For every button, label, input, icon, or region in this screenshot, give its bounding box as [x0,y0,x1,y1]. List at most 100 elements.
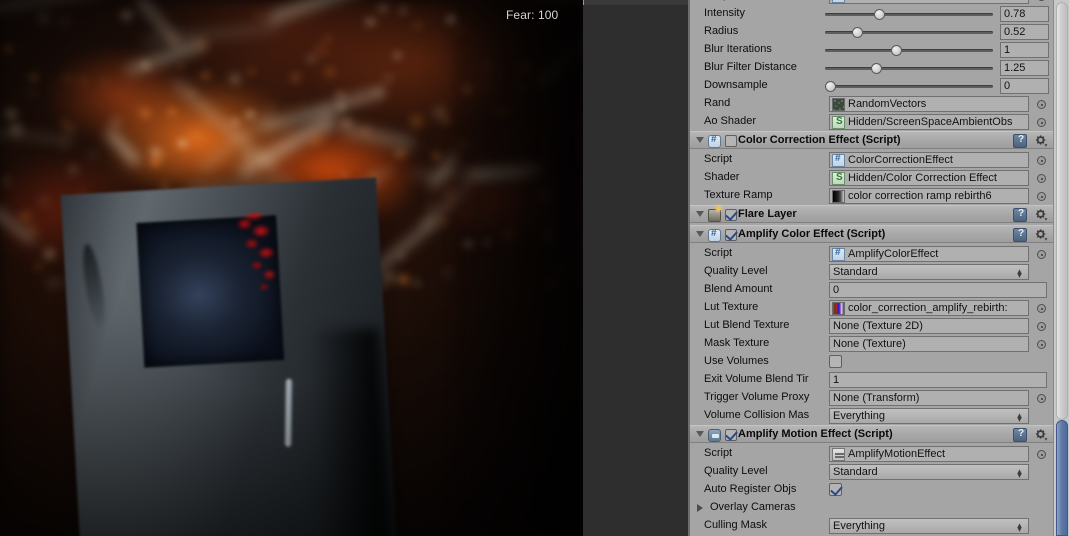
slider-radius[interactable] [825,23,993,41]
object-picker-icon[interactable] [1037,156,1046,165]
property-row: Ao Shader Hidden/ScreenSpaceAmbientObs [690,113,1053,131]
help-book-icon[interactable] [1013,134,1027,148]
lut-texture-icon [832,302,845,315]
object-picker-icon[interactable] [1037,340,1046,349]
component-enabled-checkbox[interactable] [725,229,737,241]
gear-icon[interactable] [1035,229,1048,241]
component-enabled-checkbox[interactable] [725,209,737,221]
field-mask-texture[interactable]: None (Texture) [829,336,1029,352]
slider-value-field[interactable]: 0 [1000,78,1049,94]
property-row: Radius 0.52 [690,23,1053,41]
game-view-letterbox [583,5,688,536]
property-row: Lut Texture color_correction_amplify_rebi… [690,299,1053,317]
chevron-down-icon[interactable] [696,211,704,217]
field-rand[interactable]: RandomVectors [829,96,1029,112]
property-row: Mask Texture None (Texture) [690,335,1053,353]
slider-downsample[interactable] [825,77,993,95]
popup-arrows-icon[interactable] [1016,469,1023,478]
game-viewport[interactable]: Fear: 100 [0,0,583,536]
property-label: Mask Texture [704,337,829,351]
chevron-right-icon[interactable] [697,504,703,512]
object-picker-icon[interactable] [1037,322,1046,331]
help-book-icon[interactable] [1013,428,1027,442]
object-picker-icon[interactable] [1037,192,1046,201]
component-enabled-checkbox[interactable] [725,429,737,441]
slider-track [825,85,993,88]
field-value: None (Texture) [833,338,906,350]
field-shader[interactable]: Hidden/Color Correction Effect [829,170,1029,186]
object-picker-icon[interactable] [1037,450,1046,459]
slider-knob[interactable] [874,9,885,20]
slider-value-field[interactable]: 0.52 [1000,24,1049,40]
checkbox-use-volumes[interactable] [829,355,842,368]
gear-icon[interactable] [1035,209,1048,221]
field-texture-ramp[interactable]: color correction ramp rebirth6 [829,188,1029,204]
slider-knob[interactable] [852,27,863,38]
slider-value-field[interactable]: 1 [1000,42,1049,58]
field-script[interactable]: AmbientObscurance [829,0,1029,4]
slider-value-field[interactable]: 1.25 [1000,60,1049,76]
gear-icon[interactable] [1035,135,1048,147]
component-header-flare-layer[interactable]: Flare Layer [690,205,1053,223]
component-header-amplify-color-effect[interactable]: Amplify Color Effect (Script) [690,225,1053,243]
popup-arrows-icon[interactable] [1016,413,1023,422]
property-label: Script [704,447,829,461]
property-row: Quality Level Standard [690,463,1053,481]
field-script[interactable]: AmplifyColorEffect [829,246,1029,262]
field-script[interactable]: ColorCorrectionEffect [829,152,1029,168]
slider-blur-iterations[interactable] [825,41,993,59]
object-picker-icon[interactable] [1037,304,1046,313]
component-header-color-correction-effect[interactable]: Color Correction Effect (Script) [690,131,1053,149]
property-label: Script [704,247,829,261]
popup-arrows-icon[interactable] [1016,523,1023,532]
scrollbar-track-upper[interactable] [1056,2,1068,420]
field-lut-blend-texture[interactable]: None (Texture 2D) [829,318,1029,334]
field-quality-level[interactable]: Standard [829,464,1029,480]
scene-vignette [0,0,583,536]
field-blend-amount[interactable]: 0 [829,282,1047,298]
slider-knob[interactable] [825,81,836,92]
field-ao-shader[interactable]: Hidden/ScreenSpaceAmbientObs [829,114,1029,130]
help-book-icon[interactable] [1013,208,1027,222]
property-row: Culling Mask Everything [690,517,1053,535]
property-label: Radius [704,25,829,39]
checkbox-auto-register-objs[interactable] [829,483,842,496]
object-picker-icon[interactable] [1037,0,1046,1]
field-lut-texture[interactable]: color_correction_amplify_rebirth: [829,300,1029,316]
slider-knob[interactable] [891,45,902,56]
property-label: Lut Texture [704,301,829,315]
vertical-scrollbar[interactable] [1053,0,1069,536]
field-trigger-volume-proxy[interactable]: None (Transform) [829,390,1029,406]
object-picker-icon[interactable] [1037,174,1046,183]
help-book-icon[interactable] [1013,228,1027,242]
slider-intensity[interactable] [825,5,993,23]
object-picker-icon[interactable] [1037,118,1046,127]
chevron-down-icon[interactable] [696,431,704,437]
slider-blur-filter-distance[interactable] [825,59,993,77]
chevron-down-icon[interactable] [696,231,704,237]
chevron-down-icon[interactable] [696,137,704,143]
component-enabled-checkbox[interactable] [725,135,737,147]
property-row: Intensity 0.78 [690,5,1053,23]
object-picker-icon[interactable] [1037,100,1046,109]
object-picker-icon[interactable] [1037,250,1046,259]
field-exit-volume-blend-tir[interactable]: 1 [829,372,1047,388]
popup-arrows-icon[interactable] [1016,269,1023,278]
field-value: 1 [833,374,839,386]
slider-value-field[interactable]: 0.78 [1000,6,1049,22]
field-value: RandomVectors [848,98,926,110]
component-header-amplify-motion-effect[interactable]: Amplify Motion Effect (Script) [690,425,1053,443]
gear-icon[interactable] [1035,429,1048,441]
field-culling-mask[interactable]: Everything [829,518,1029,534]
property-label: Blend Amount [704,283,829,297]
property-label: Culling Mask [704,519,829,533]
field-volume-collision-mas[interactable]: Everything [829,408,1029,424]
component-title: Flare Layer [738,208,797,220]
slider-knob[interactable] [871,63,882,74]
scrollbar-thumb[interactable] [1056,420,1068,536]
field-quality-level[interactable]: Standard [829,264,1029,280]
property-label: Lut Blend Texture [704,319,829,333]
field-script[interactable]: AmplifyMotionEffect [829,446,1029,462]
property-label: Script [704,153,829,167]
object-picker-icon[interactable] [1037,394,1046,403]
